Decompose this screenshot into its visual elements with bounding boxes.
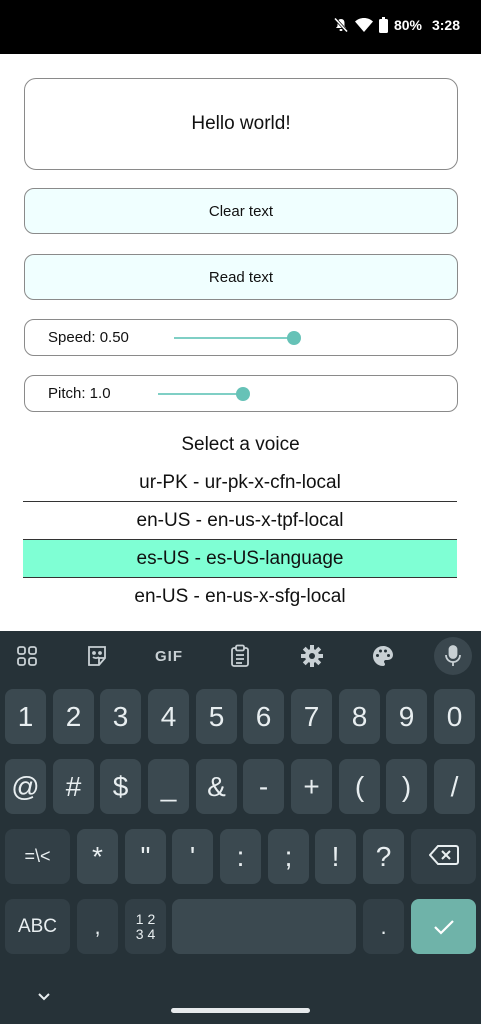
key-at[interactable]: @ <box>5 759 46 814</box>
key-ampersand[interactable]: & <box>196 759 237 814</box>
mute-icon <box>333 17 349 33</box>
keyboard: GIF 1 2 3 4 5 6 7 8 9 0 @ # $ _ & - + (… <box>0 631 481 1024</box>
enter-key[interactable] <box>411 899 476 954</box>
key-3[interactable]: 3 <box>100 689 141 744</box>
battery-icon <box>378 17 388 33</box>
key-0[interactable]: 0 <box>434 689 475 744</box>
wifi-icon <box>354 18 373 32</box>
read-text-button[interactable]: Read text <box>24 254 458 300</box>
key-colon[interactable]: : <box>220 829 261 884</box>
voice-item[interactable]: en-US - en-us-x-sfg-local <box>23 578 457 615</box>
key-comma[interactable]: , <box>77 899 118 954</box>
keyboard-toolbar: GIF <box>0 631 481 681</box>
numpad-label-top: 1 2 <box>135 910 156 927</box>
app-content: Hello world! Clear text Read text Speed:… <box>0 54 481 631</box>
status-icons: 80% 3:28 <box>333 17 460 33</box>
backspace-key[interactable] <box>411 829 476 884</box>
key-period[interactable]: . <box>363 899 404 954</box>
key-semicolon[interactable]: ; <box>268 829 309 884</box>
check-icon <box>433 911 455 943</box>
key-4[interactable]: 4 <box>148 689 189 744</box>
voice-section-title: Select a voice <box>181 434 300 455</box>
key-6[interactable]: 6 <box>243 689 284 744</box>
key-1[interactable]: 1 <box>5 689 46 744</box>
key-open-paren[interactable]: ( <box>339 759 380 814</box>
speed-slider-thumb[interactable] <box>287 331 301 345</box>
settings-icon[interactable] <box>297 641 327 671</box>
status-bar: 80% 3:28 <box>0 0 481 54</box>
numpad-label-bottom: 3 4 <box>135 925 156 942</box>
abc-key[interactable]: ABC <box>5 899 70 954</box>
navigation-bar <box>0 976 481 1024</box>
pitch-control: Pitch: 1.0 <box>24 375 458 412</box>
voice-item-selected[interactable]: es-US - es-US-language <box>23 539 457 578</box>
key-plus[interactable]: + <box>291 759 332 814</box>
key-5[interactable]: 5 <box>196 689 237 744</box>
key-double-quote[interactable]: " <box>125 829 166 884</box>
clear-text-button[interactable]: Clear text <box>24 188 458 234</box>
palette-icon[interactable] <box>368 641 398 671</box>
key-dollar[interactable]: $ <box>100 759 141 814</box>
backspace-icon <box>428 841 459 873</box>
clipboard-icon[interactable] <box>225 641 255 671</box>
text-input[interactable]: Hello world! <box>24 78 458 170</box>
key-asterisk[interactable]: * <box>77 829 118 884</box>
gif-icon[interactable]: GIF <box>150 641 188 671</box>
speed-label: Speed: 0.50 <box>48 329 129 346</box>
key-exclamation[interactable]: ! <box>315 829 356 884</box>
pitch-label: Pitch: 1.0 <box>48 385 111 402</box>
speed-control: Speed: 0.50 <box>24 319 458 356</box>
pitch-slider-track[interactable] <box>158 393 244 395</box>
mic-icon[interactable] <box>434 637 472 675</box>
voice-list: ur-PK - ur-pk-x-cfn-local en-US - en-us-… <box>23 464 457 615</box>
key-7[interactable]: 7 <box>291 689 332 744</box>
sticker-icon[interactable] <box>82 641 112 671</box>
key-slash[interactable]: / <box>434 759 475 814</box>
battery-percent: 80% <box>393 17 422 33</box>
numpad-key[interactable]: 1 2 3 4 <box>125 899 166 954</box>
key-minus[interactable]: - <box>243 759 284 814</box>
apps-grid-icon[interactable] <box>12 641 42 671</box>
speed-slider-track[interactable] <box>174 337 295 339</box>
key-underscore[interactable]: _ <box>148 759 189 814</box>
key-hash[interactable]: # <box>53 759 94 814</box>
key-question[interactable]: ? <box>363 829 404 884</box>
voice-item[interactable]: ur-PK - ur-pk-x-cfn-local <box>23 464 457 502</box>
voice-item[interactable]: en-US - en-us-x-tpf-local <box>23 502 457 539</box>
key-symbols-more[interactable]: =\< <box>5 829 70 884</box>
pitch-slider-thumb[interactable] <box>236 387 250 401</box>
clock: 3:28 <box>431 17 460 33</box>
key-9[interactable]: 9 <box>386 689 427 744</box>
space-bar[interactable] <box>172 899 356 954</box>
hide-keyboard-icon[interactable] <box>36 990 52 1008</box>
key-2[interactable]: 2 <box>53 689 94 744</box>
key-single-quote[interactable]: ' <box>172 829 213 884</box>
key-close-paren[interactable]: ) <box>386 759 427 814</box>
key-8[interactable]: 8 <box>339 689 380 744</box>
home-gesture-handle[interactable] <box>171 1008 310 1013</box>
